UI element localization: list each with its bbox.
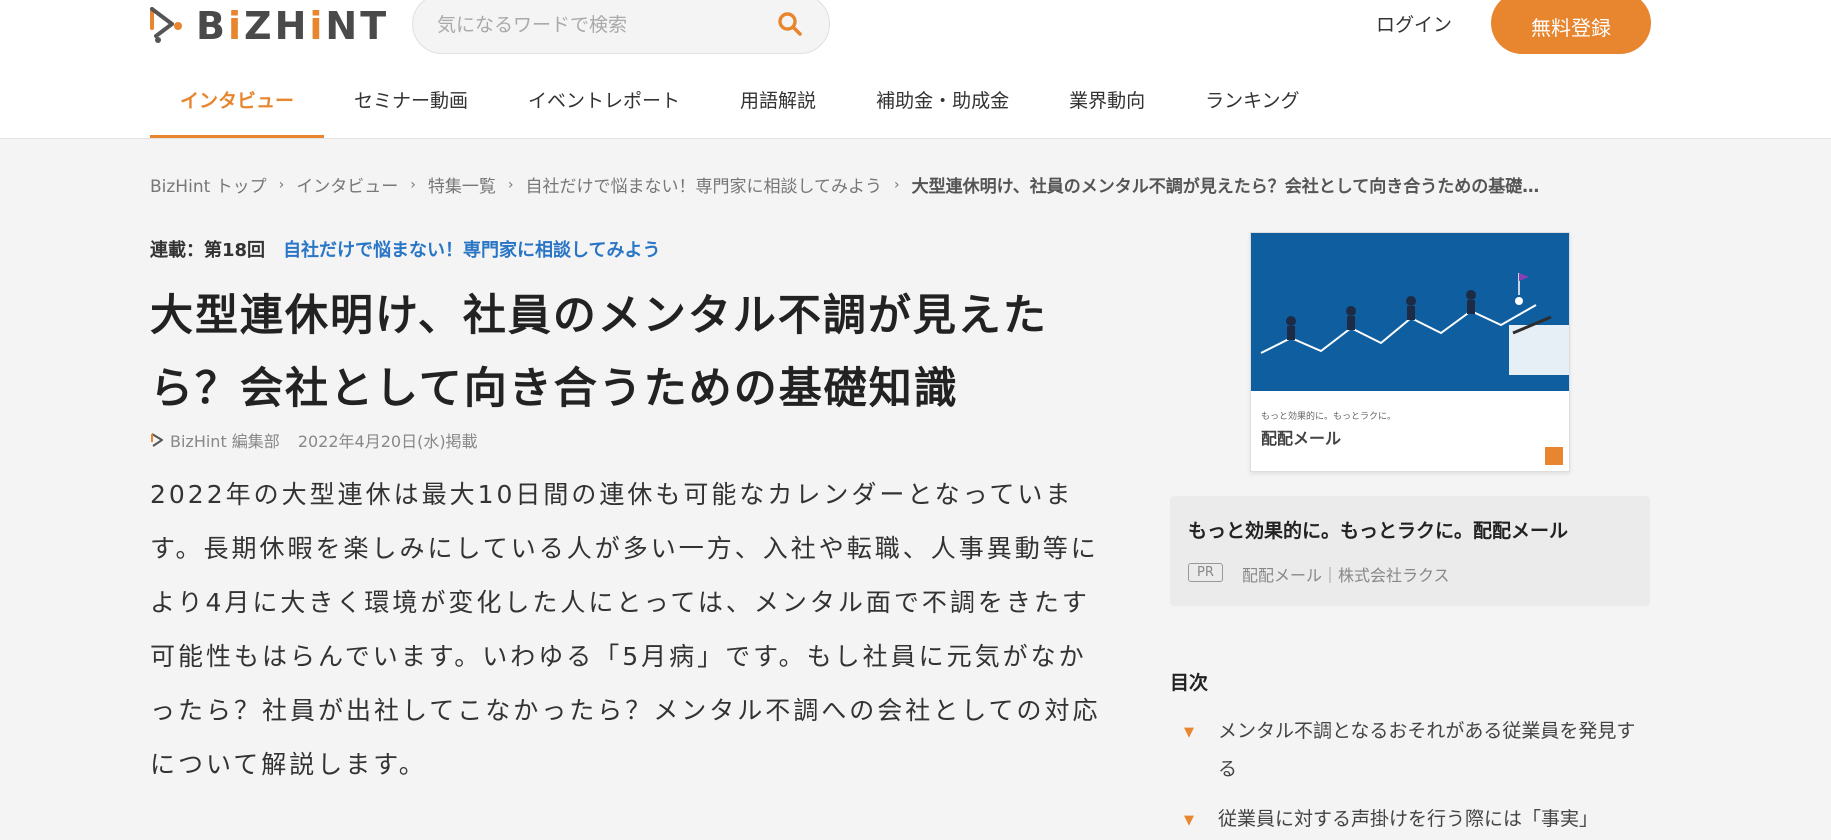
chevron-right-icon: › [278, 176, 285, 193]
search-input[interactable] [437, 9, 757, 41]
pr-card-source: 配配メール｜株式会社ラクス [1242, 566, 1450, 585]
nav-item-event-report[interactable]: イベントレポート [498, 86, 710, 138]
signup-button[interactable]: 無料登録 [1491, 0, 1651, 54]
chevron-right-icon: › [507, 176, 514, 193]
toc-item[interactable]: ▼ 従業員に対する声掛けを行う際には「事実」 [1184, 800, 1644, 840]
ad-product-name: 配配メール [1261, 429, 1342, 448]
breadcrumb: BizHint トップ › インタビュー › 特集一覧 › 自社だけで悩まない！… [150, 172, 1540, 198]
author-name[interactable]: BizHint 編集部 [170, 428, 280, 452]
pr-card-title[interactable]: もっと効果的に。もっとラクに。配配メール [1188, 516, 1568, 543]
search-box [412, 0, 830, 54]
breadcrumb-interview[interactable]: インタビュー [296, 172, 398, 197]
author-icon [151, 433, 163, 447]
ad-illustration [1251, 233, 1569, 391]
breadcrumb-home[interactable]: BizHint トップ [150, 172, 267, 197]
triangle-down-icon: ▼ [1184, 725, 1194, 740]
nav-item-seminar-video[interactable]: セミナー動画 [324, 86, 498, 138]
toc-item-label: 従業員に対する声掛けを行う際には「事実」 [1218, 808, 1599, 830]
nav-item-subsidies[interactable]: 補助金・助成金 [846, 86, 1039, 138]
site-header: BiZHiNT ログイン 無料登録 インタビュー セミナー動画 イベントレポート… [0, 0, 1831, 139]
login-link[interactable]: ログイン [1376, 10, 1452, 37]
logo-mark-icon [150, 7, 182, 43]
toc-item[interactable]: ▼ メンタル不調となるおそれがある従業員を発見する [1184, 712, 1644, 788]
article-lead: 2022年の大型連休は最大10日間の連休も可能なカレンダーとなっています。長期休… [150, 480, 1101, 779]
series-info: 連載：第18回 自社だけで悩まない！専門家に相談してみよう [150, 236, 661, 262]
article-title: 大型連休明け、社員のメンタル不調が見えたら？会社として向き合うための基礎知識 [150, 291, 1048, 414]
series-label: 連載：第18回 [150, 240, 266, 261]
triangle-down-icon: ▼ [1184, 813, 1194, 828]
ad-banner-image[interactable]: もっと効果的に。もっとラクに。 配配メール [1250, 232, 1570, 472]
article-meta: BizHint 編集部 2022年4月20日(水)掲載 [150, 428, 478, 452]
breadcrumb-series[interactable]: 自社だけで悩まない！専門家に相談してみよう [526, 172, 883, 197]
nav-item-interview[interactable]: インタビュー [150, 86, 325, 138]
bizhint-logo[interactable]: BiZHiNT [148, 4, 389, 48]
series-link[interactable]: 自社だけで悩まない！専門家に相談してみよう [283, 236, 660, 262]
pr-badge: PR [1188, 563, 1223, 582]
publish-date: 2022年4月20日(水)掲載 [297, 432, 478, 451]
chevron-right-icon: › [894, 176, 900, 193]
search-icon[interactable] [777, 11, 803, 37]
logo-wordmark: BiZHiNT [196, 4, 390, 48]
nav-item-ranking[interactable]: ランキング [1175, 86, 1329, 138]
nav-item-glossary[interactable]: 用語解説 [710, 86, 846, 138]
runners-illustration [1260, 273, 1569, 375]
ad-caption: もっと効果的に。もっとラクに。 [1261, 412, 1397, 422]
breadcrumb-current: 大型連休明け、社員のメンタル不調が見えたら？会社として向き合うための基礎… [911, 177, 1540, 197]
breadcrumb-features[interactable]: 特集一覧 [428, 172, 496, 197]
pr-card[interactable]: もっと効果的に。もっとラクに。配配メール PR 配配メール｜株式会社ラクス [1170, 496, 1650, 606]
chevron-right-icon: › [410, 176, 416, 193]
toc-item-label: メンタル不調となるおそれがある従業員を発見する [1218, 720, 1636, 780]
nav-item-industry-trends[interactable]: 業界動向 [1039, 86, 1175, 138]
toc-heading: 目次 [1170, 672, 1209, 694]
main-nav: インタビュー セミナー動画 イベントレポート 用語解説 補助金・助成金 業界動向… [150, 86, 1330, 138]
raksul-logo-icon [1545, 447, 1563, 465]
